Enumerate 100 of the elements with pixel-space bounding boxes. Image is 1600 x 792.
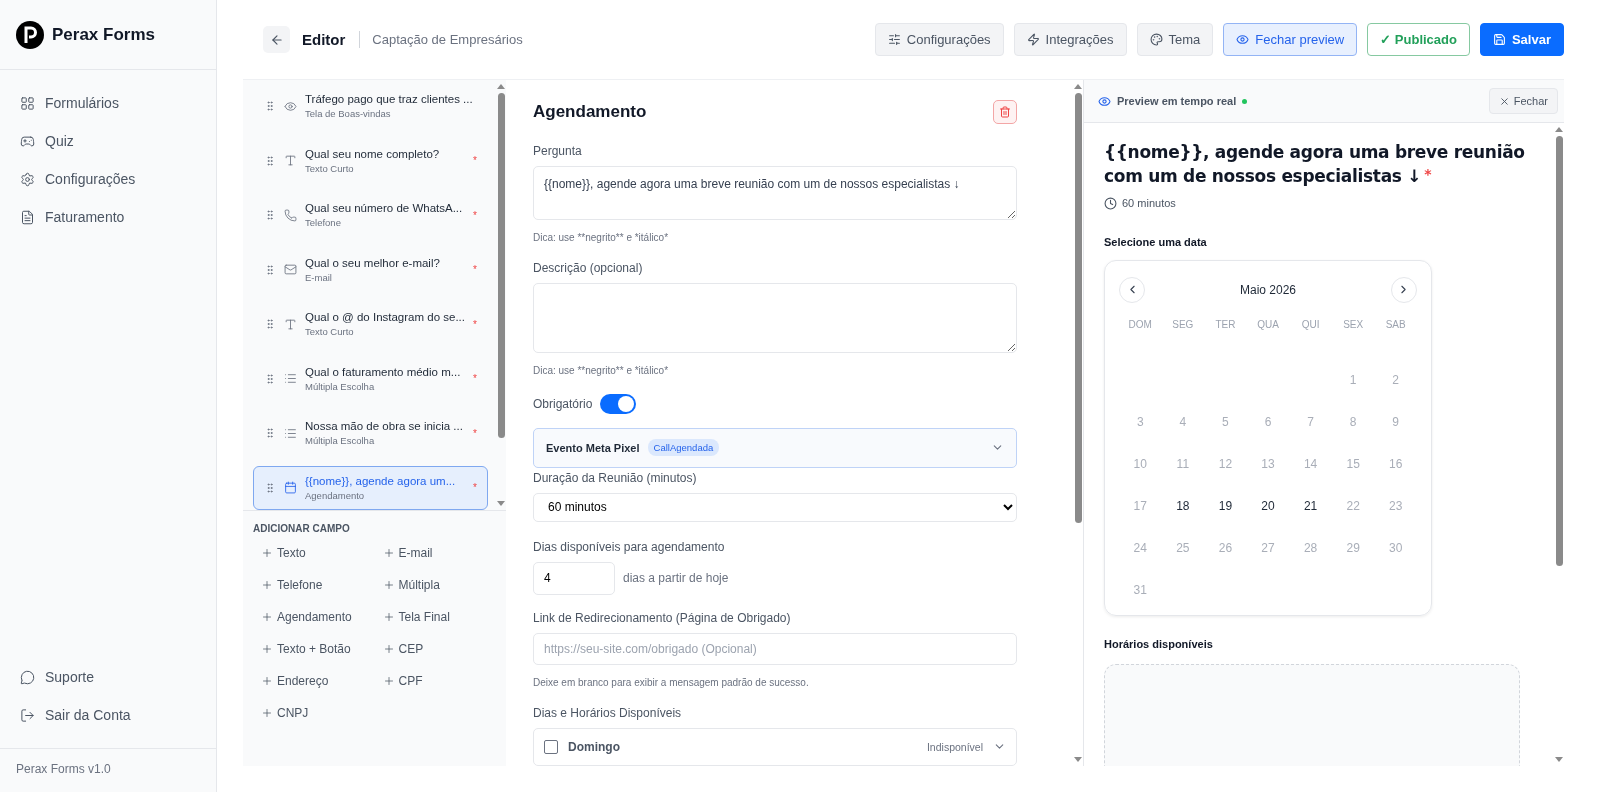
toolbar-button[interactable]: Tema	[1136, 23, 1214, 56]
question-field[interactable]: {{nome}}, agende agora uma breve reunião com um de nossos especialistas ↓	[533, 166, 1017, 220]
add-field-button[interactable]: Agendamento	[253, 608, 360, 626]
trash-icon	[999, 106, 1011, 118]
plus-icon	[382, 547, 395, 559]
field-type: Texto Curto	[305, 326, 355, 338]
nav-item[interactable]: Faturamento	[12, 200, 204, 234]
field-title: {{nome}}, agende agora um...	[305, 474, 457, 487]
toolbar-button[interactable]: Salvar	[1479, 23, 1564, 56]
form-name: Captação de Empresários	[372, 32, 523, 47]
plus-icon	[382, 643, 395, 655]
back-button[interactable]	[263, 26, 290, 53]
field-item[interactable]: Tráfego pago que traz clientes ... Tela de Boas-vindas	[253, 84, 488, 129]
field-type: Telefone	[305, 217, 342, 229]
days-input[interactable]: 4	[533, 561, 615, 595]
required-asterisk: *	[473, 155, 477, 167]
field-title: Qual seu nome completo?	[305, 147, 441, 160]
toolbar-button[interactable]: Configurações	[874, 23, 1004, 56]
plus-icon	[261, 611, 273, 623]
field-title: Qual o @ do Instagram do se...	[305, 311, 466, 324]
section-label: Selecione uma data	[1104, 235, 1208, 248]
checkbox[interactable]	[544, 739, 558, 754]
field-item[interactable]: Nossa mão de obra se inicia ... Múltipla Escolha *	[253, 411, 488, 456]
field-type: E-mail	[305, 271, 333, 283]
hint-text: Dica: use **negrito** e *itálico*	[533, 231, 670, 243]
field-item[interactable]: Qual o @ do Instagram do se... Texto Curto *	[253, 302, 488, 347]
add-field-button[interactable]: Texto	[253, 544, 314, 562]
field-title: Tráfego pago que traz clientes ...	[305, 93, 474, 106]
weekday-label: SEG	[1171, 318, 1195, 332]
toolbar-button[interactable]: Integrações	[1013, 23, 1127, 56]
field-title: Qual o faturamento médio m...	[305, 365, 462, 378]
close-button[interactable]: Fechar	[1488, 88, 1558, 114]
drag-handle-icon[interactable]	[264, 100, 276, 113]
toggle-label: Obrigatório	[533, 396, 593, 411]
duration-select[interactable]: 60 minutos	[533, 492, 1017, 522]
day-row[interactable]: Domingo Indisponível	[533, 727, 1017, 766]
editor-title: Agendamento	[533, 102, 647, 122]
field-type: Múltipla Escolha	[305, 380, 376, 392]
hint-text: Dica: use **negrito** e *itálico*	[533, 364, 670, 376]
meta-pixel-dropdown[interactable]: Evento Meta Pixel CallAgendada	[533, 427, 1017, 468]
drag-handle-icon[interactable]	[264, 154, 276, 167]
drag-handle-icon[interactable]	[264, 318, 276, 331]
calendar-day[interactable]: 18	[1161, 484, 1205, 527]
plus-icon	[382, 611, 395, 623]
weekday-label: QUI	[1300, 318, 1321, 332]
weekday-label: TER	[1214, 318, 1237, 332]
drag-handle-icon[interactable]	[264, 263, 276, 276]
field-type: Texto Curto	[305, 162, 355, 174]
day-name: Domingo	[568, 739, 620, 754]
month-title: Maio 2026	[1239, 282, 1296, 297]
live-dot-icon	[1242, 98, 1248, 104]
required-asterisk: *	[473, 209, 477, 221]
settings-icon	[20, 171, 35, 187]
field-item[interactable]: Qual seu número de WhatsA... Telefone *	[253, 193, 488, 238]
nav-item[interactable]: Formulários	[12, 86, 204, 120]
add-field-button[interactable]: Tela Final	[374, 608, 458, 626]
drag-handle-icon[interactable]	[264, 209, 276, 222]
add-field-button[interactable]: Múltipla	[374, 576, 448, 594]
plus-icon	[261, 707, 273, 719]
redirect-link-field[interactable]: https://seu-site.com/obrigado (Opcional)	[533, 632, 1017, 665]
nav-item[interactable]: Quiz	[12, 124, 204, 158]
text-icon	[284, 154, 297, 168]
dropdown-label: Evento Meta Pixel	[546, 441, 640, 454]
add-field-button[interactable]: E-mail	[374, 544, 441, 562]
add-field-button[interactable]: Endereço	[253, 672, 337, 690]
nav-item[interactable]: Configurações	[12, 162, 204, 196]
add-field-button[interactable]: Telefone	[253, 576, 331, 594]
description-field[interactable]	[533, 282, 1017, 353]
plus-icon	[382, 579, 395, 591]
add-field-button[interactable]: Texto + Botão	[253, 640, 359, 658]
field-item[interactable]: Qual o seu melhor e-mail? E-mail *	[253, 247, 488, 292]
nav-item[interactable]: Sair da Conta	[12, 698, 204, 732]
field-label: Duração da Reunião (minutos)	[533, 470, 698, 485]
preview-title: Preview em tempo real	[1117, 95, 1237, 107]
plus-icon	[261, 675, 273, 687]
drag-handle-icon[interactable]	[264, 372, 276, 385]
lightning-icon	[1026, 33, 1040, 46]
drag-handle-icon[interactable]	[264, 481, 276, 494]
calendar-day[interactable]: 21	[1289, 484, 1332, 527]
toolbar-button[interactable]: Fechar preview	[1223, 23, 1358, 56]
field-title: Nossa mão de obra se inicia ...	[305, 420, 464, 433]
section-title: ADICIONAR CAMPO	[253, 523, 351, 534]
required-toggle[interactable]	[600, 393, 637, 414]
calendar-day[interactable]: 19	[1204, 484, 1247, 527]
delete-button[interactable]	[993, 100, 1017, 124]
required-asterisk: *	[473, 318, 477, 330]
field-item[interactable]: Qual o faturamento médio m... Múltipla Escolha *	[253, 356, 488, 401]
calendar-day[interactable]: 20	[1246, 484, 1290, 527]
field-item[interactable]: Qual seu nome completo? Texto Curto *	[253, 138, 488, 183]
weekday-label: SEX	[1342, 318, 1365, 332]
drag-handle-icon[interactable]	[264, 427, 276, 440]
add-field-button[interactable]: CNPJ	[253, 704, 317, 722]
text-icon	[284, 317, 297, 331]
field-item[interactable]: {{nome}}, agende agora um... Agendamento *	[253, 465, 488, 510]
nav-item[interactable]: Suporte	[12, 660, 204, 694]
add-field-button[interactable]: CEP	[374, 640, 432, 658]
list-icon	[284, 426, 297, 440]
page-title: Editor	[302, 31, 361, 48]
field-title: Qual seu número de WhatsA...	[305, 202, 464, 215]
add-field-button[interactable]: CPF	[374, 672, 431, 690]
